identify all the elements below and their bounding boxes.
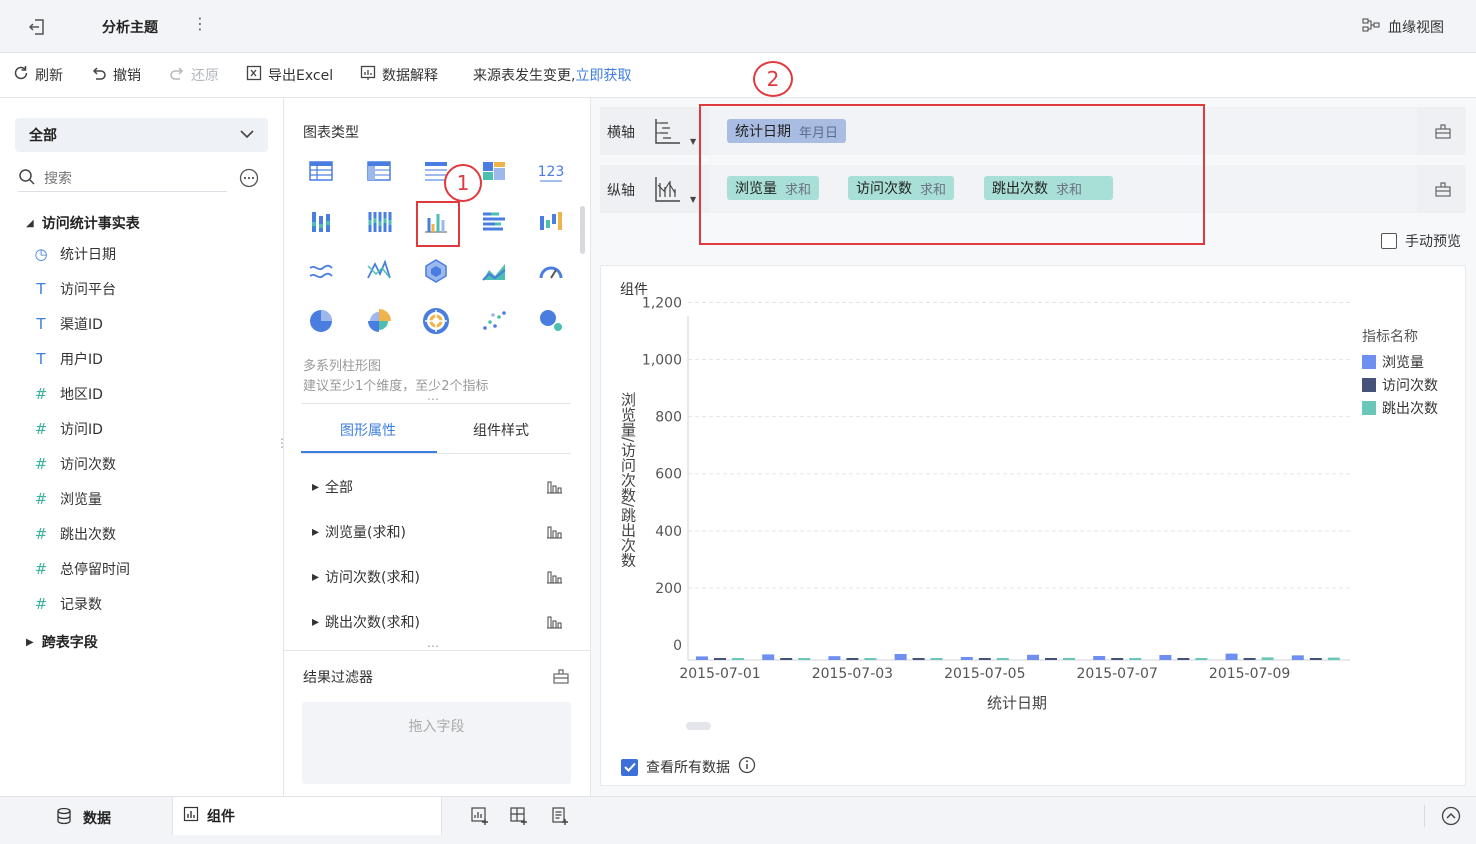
bar (1093, 656, 1106, 660)
bar (846, 658, 859, 660)
database-icon (55, 807, 73, 829)
bar (912, 658, 925, 660)
legend-item[interactable]: 跳出次数 (1362, 398, 1438, 418)
y-tick-label: 200 (655, 581, 682, 597)
bar (1291, 655, 1304, 660)
legend-label: 访问次数 (1382, 378, 1438, 394)
bar (1225, 653, 1238, 660)
bar (1243, 658, 1256, 660)
bar-chart: 1,200 1,000 800 600 400 200 0 2015-07-01 2015-07… (619, 295, 1350, 730)
add-report-icon[interactable] (550, 806, 570, 830)
bar (780, 658, 793, 660)
x-tick-label: 2015-07-01 (679, 666, 760, 682)
y-tick-label: 0 (673, 638, 682, 654)
bar (1327, 657, 1340, 660)
y-axis-title: 浏览量/访问次数/跳出次数 (619, 392, 637, 567)
x-tick-label: 2015-07-09 (1209, 666, 1290, 682)
bar (960, 656, 973, 660)
legend-label: 浏览量 (1382, 355, 1424, 371)
x-tick-label: 2015-07-05 (944, 666, 1025, 682)
x-tick-label: 2015-07-07 (1077, 666, 1158, 682)
add-component-icon[interactable] (470, 806, 490, 830)
bar (930, 658, 943, 660)
tab-data[interactable]: 数据 (55, 807, 111, 829)
legend-item[interactable]: 浏览量 (1362, 352, 1424, 372)
bar (762, 654, 775, 660)
y-tick-label: 1,200 (642, 295, 682, 311)
bottom-bar: 数据 组件 (0, 796, 1476, 844)
tab-data-label: 数据 (83, 811, 111, 827)
y-tick-label: 800 (655, 410, 682, 426)
bar (1309, 658, 1322, 660)
tab-component[interactable]: 组件 (172, 797, 442, 835)
tab-component-label: 组件 (207, 809, 235, 825)
bar (798, 658, 811, 660)
bar (1195, 658, 1208, 660)
add-dashboard-icon[interactable] (509, 806, 529, 830)
x-tick-label: 2015-07-03 (812, 666, 893, 682)
x-axis-title: 统计日期 (987, 694, 1047, 712)
bar (1027, 654, 1039, 660)
bar (978, 658, 991, 660)
bar (828, 656, 841, 660)
bar (1045, 658, 1057, 660)
bar (1177, 658, 1190, 660)
y-tick-label: 1,000 (642, 353, 682, 369)
bar (894, 654, 907, 660)
collapse-up-icon[interactable] (1441, 806, 1461, 830)
chart-component-icon (183, 806, 199, 826)
bar (1111, 658, 1124, 660)
bar (714, 658, 726, 660)
bar (1129, 658, 1142, 660)
bar (696, 656, 708, 660)
bar (732, 658, 744, 660)
y-tick-label: 600 (655, 467, 682, 483)
bar (1159, 654, 1172, 660)
bar (996, 658, 1009, 660)
legend-label: 跳出次数 (1382, 401, 1438, 417)
divider (1424, 805, 1425, 827)
bar (1063, 657, 1075, 660)
bar (864, 658, 877, 660)
chart-scrollbar (686, 722, 711, 730)
y-tick-label: 400 (655, 524, 682, 540)
legend-title: 指标名称 (1362, 329, 1418, 345)
bar (1261, 657, 1274, 660)
legend-swatch (1362, 378, 1376, 392)
legend-swatch (1362, 355, 1376, 369)
legend-swatch (1362, 401, 1376, 415)
legend-item[interactable]: 访问次数 (1362, 375, 1438, 395)
